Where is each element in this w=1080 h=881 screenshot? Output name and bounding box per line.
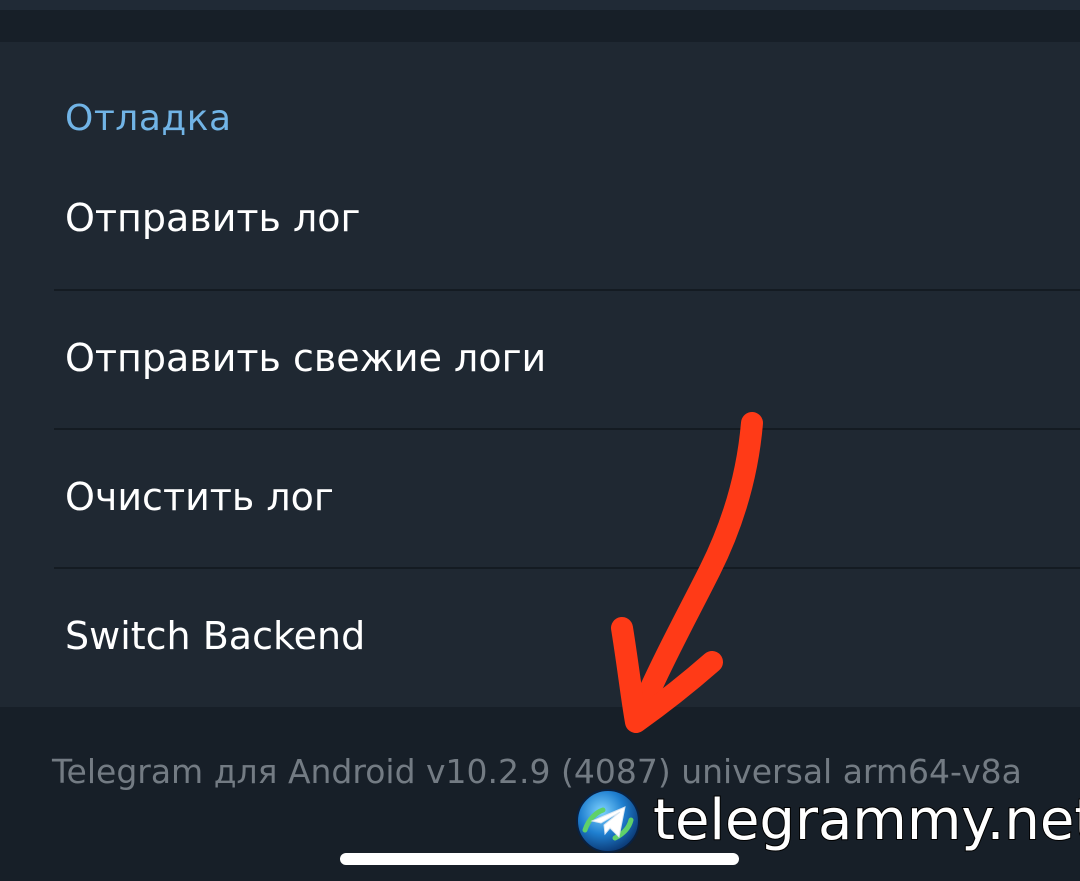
menu-item-switch-backend[interactable]: Switch Backend [0, 568, 1080, 706]
telegram-logo-icon [576, 789, 640, 853]
top-section-edge [0, 0, 1080, 10]
menu-item-label: Switch Backend [65, 614, 366, 658]
watermark: telegrammy.net [575, 787, 1080, 854]
section-header-debug: Отладка [65, 98, 232, 139]
menu-item-label: Отправить лог [65, 196, 361, 240]
menu-item-send-recent-logs[interactable]: Отправить свежие логи [0, 290, 1080, 428]
menu-item-send-log[interactable]: Отправить лог [0, 150, 1080, 288]
settings-screen: Отладка Отправить лог Отправить свежие л… [0, 0, 1080, 881]
home-indicator[interactable] [340, 853, 739, 865]
app-version-text: Telegram для Android v10.2.9 (4087) univ… [52, 752, 1022, 791]
menu-item-label: Очистить лог [65, 475, 334, 519]
menu-item-label: Отправить свежие логи [65, 336, 547, 380]
watermark-text: telegrammy.net [652, 787, 1080, 854]
menu-item-clear-log[interactable]: Очистить лог [0, 429, 1080, 567]
